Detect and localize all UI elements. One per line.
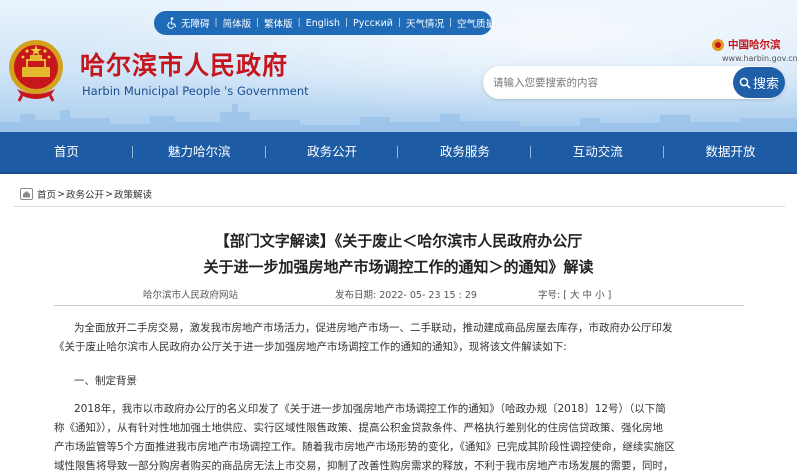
- weather-link[interactable]: 天气情况: [406, 16, 444, 30]
- national-emblem-icon[interactable]: [5, 37, 67, 103]
- font-size-small-button[interactable]: 小: [595, 290, 605, 301]
- search-input[interactable]: [493, 74, 723, 92]
- font-size-medium-button[interactable]: 中: [583, 290, 593, 301]
- search-box: 搜索: [483, 66, 785, 99]
- simplified-chinese-link[interactable]: 简体版: [223, 16, 252, 30]
- font-size-bracket-open: [: [563, 290, 567, 301]
- russian-link[interactable]: Русский: [353, 18, 393, 29]
- breadcrumb-divider: [14, 206, 785, 207]
- china-harbin-logo-icon: [712, 38, 724, 51]
- paragraph-line: 《关于废止哈尔滨市人民政府办公厅关于进一步加强房地产市场调控工作的通知的通知》，…: [54, 341, 567, 353]
- publish-date-label: 发布日期:: [335, 290, 377, 301]
- topbar-separator: |: [256, 18, 260, 28]
- topbar-separator: |: [297, 18, 301, 28]
- paragraph-line: 称《通知》），从有针对性地加强土地供应、实行区域性限售政策、提高公积金贷款条件、…: [54, 422, 663, 434]
- paragraph-line: 产市场监管等5个方面推进我市房地产市场调控工作。随着我市房地产市场形势的变化，《…: [54, 441, 675, 453]
- section-heading-background: 一、制定背景: [74, 375, 137, 387]
- site-subtitle: Harbin Municipal People 's Government: [82, 84, 309, 98]
- nav-item-government-services[interactable]: 政务服务: [398, 131, 532, 173]
- article-paragraph-background: 2018年，我市以市政府办公厅的名义印发了《关于进一步加强房地产市场调控工作的通…: [54, 400, 789, 476]
- nav-item-open-data[interactable]: 数据开放: [664, 131, 797, 173]
- topbar-separator: |: [214, 18, 218, 28]
- breadcrumb-separator: >: [57, 188, 65, 200]
- font-size-large-button[interactable]: 大: [570, 290, 580, 301]
- paragraph-line: 2018年，我市以市政府办公厅的名义印发了《关于进一步加强房地产市场调控工作的通…: [74, 403, 666, 415]
- nav-item-home[interactable]: 首页: [0, 131, 133, 173]
- article-title-line-2: 关于进一步加强房地产市场调控工作的通知＞的通知》解读: [203, 258, 594, 276]
- topbar-separator: |: [397, 18, 401, 28]
- china-harbin-logo-text: 中国哈尔滨: [728, 39, 781, 51]
- article-publish-date: 发布日期: 2022- 05- 23 15 : 29: [335, 287, 477, 301]
- accessibility-link[interactable]: 无障碍: [166, 16, 210, 30]
- breadcrumb: 首页 > 政务公开 > 政策解读: [20, 187, 152, 201]
- breadcrumb-separator: >: [105, 188, 113, 200]
- article-title-line-1: 【部门文字解读】《关于废止＜哈尔滨市人民政府办公厅: [214, 232, 583, 250]
- china-harbin-logo[interactable]: 中国哈尔滨: [711, 37, 781, 52]
- topbar-separator: |: [345, 18, 349, 28]
- article-title: 【部门文字解读】《关于废止＜哈尔滨市人民政府办公厅 关于进一步加强房地产市场调控…: [0, 228, 797, 280]
- wheelchair-icon: [167, 17, 177, 29]
- search-button-label: 搜索: [752, 76, 779, 91]
- site-url: www.harbin.gov.cn: [722, 54, 797, 63]
- traditional-chinese-link[interactable]: 繁体版: [264, 16, 293, 30]
- article-paragraph-intro: 为全面放开二手房交易，激发我市房地产市场活力，促进房地产市场一、二手联动，推动建…: [54, 319, 789, 357]
- main-nav: 首页 魅力哈尔滨 政务公开 政务服务 互动交流 数据开放: [0, 132, 797, 174]
- english-link[interactable]: English: [306, 18, 340, 29]
- breadcrumb-policy-interpretation[interactable]: 政策解读: [114, 187, 152, 201]
- meta-divider: [54, 305, 744, 306]
- nav-item-charm-harbin[interactable]: 魅力哈尔滨: [133, 131, 266, 173]
- publish-date-value: 2022- 05- 23 15 : 29: [379, 290, 477, 301]
- top-utility-bar: 无障碍 | 简体版 | 繁体版 | English | Русский | 天气…: [154, 11, 495, 35]
- breadcrumb-home[interactable]: 首页: [37, 187, 56, 201]
- nav-item-interaction[interactable]: 互动交流: [531, 131, 664, 173]
- breadcrumb-government-affairs[interactable]: 政务公开: [66, 187, 104, 201]
- article-source: 哈尔滨市人民政府网站: [143, 290, 239, 301]
- paragraph-line: 为全面放开二手房交易，激发我市房地产市场活力，促进房地产市场一、二手联动，推动建…: [74, 322, 673, 334]
- air-quality-link[interactable]: 空气质量: [457, 16, 495, 30]
- site-title[interactable]: 哈尔滨市人民政府: [80, 46, 288, 82]
- font-size-switcher: 字号: [ 大 中 小 ]: [538, 287, 611, 301]
- search-icon: [739, 77, 751, 89]
- search-button[interactable]: 搜索: [733, 67, 785, 98]
- accessibility-label: 无障碍: [181, 19, 210, 30]
- font-size-label: 字号:: [538, 290, 561, 301]
- font-size-bracket-close: ]: [607, 290, 612, 301]
- topbar-separator: |: [449, 18, 453, 28]
- nav-item-government-affairs-disclosure[interactable]: 政务公开: [266, 131, 399, 173]
- home-icon: [20, 188, 33, 200]
- site-header: 无障碍 | 简体版 | 繁体版 | English | Русский | 天气…: [0, 0, 797, 132]
- paragraph-line: 域性限售将导致一部分购房者购买的商品房无法上市交易，抑制了改善性购房需求的释放，…: [54, 460, 674, 472]
